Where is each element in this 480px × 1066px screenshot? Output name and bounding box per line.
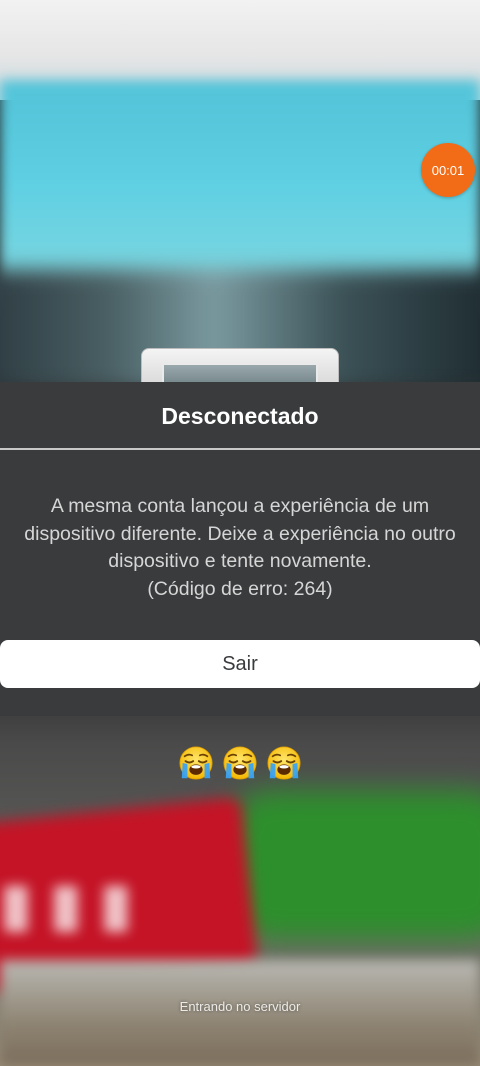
recording-timer-text: 00:01	[431, 162, 465, 178]
dialog-message-line: dispositivo diferente. Deixe a experiênc…	[24, 522, 456, 545]
exit-button[interactable]: Sair	[0, 640, 480, 688]
background-green-object	[230, 790, 480, 940]
crying-face-icon	[179, 746, 213, 780]
dialog-divider	[0, 448, 480, 450]
exit-button-label: Sair	[222, 652, 258, 675]
server-status-text: Entrando no servidor	[179, 999, 301, 1014]
emoji-reactions	[0, 744, 480, 782]
dialog-message-line: A mesma conta lançou a experiência de um	[50, 495, 430, 517]
error-code: (Código de erro: 264)	[147, 577, 333, 600]
crying-face-icon	[267, 746, 301, 780]
dialog-message: A mesma conta lançou a experiência de um…	[6, 493, 474, 603]
background-sign-lettering: ▮▮▮	[0, 872, 150, 937]
dialog-title: Desconectado	[161, 403, 319, 429]
dialog-message-line: dispositivo e tente novamente.	[108, 550, 372, 572]
recording-timer-badge[interactable]: 00:01	[421, 143, 475, 197]
crying-face-icon	[223, 746, 257, 780]
